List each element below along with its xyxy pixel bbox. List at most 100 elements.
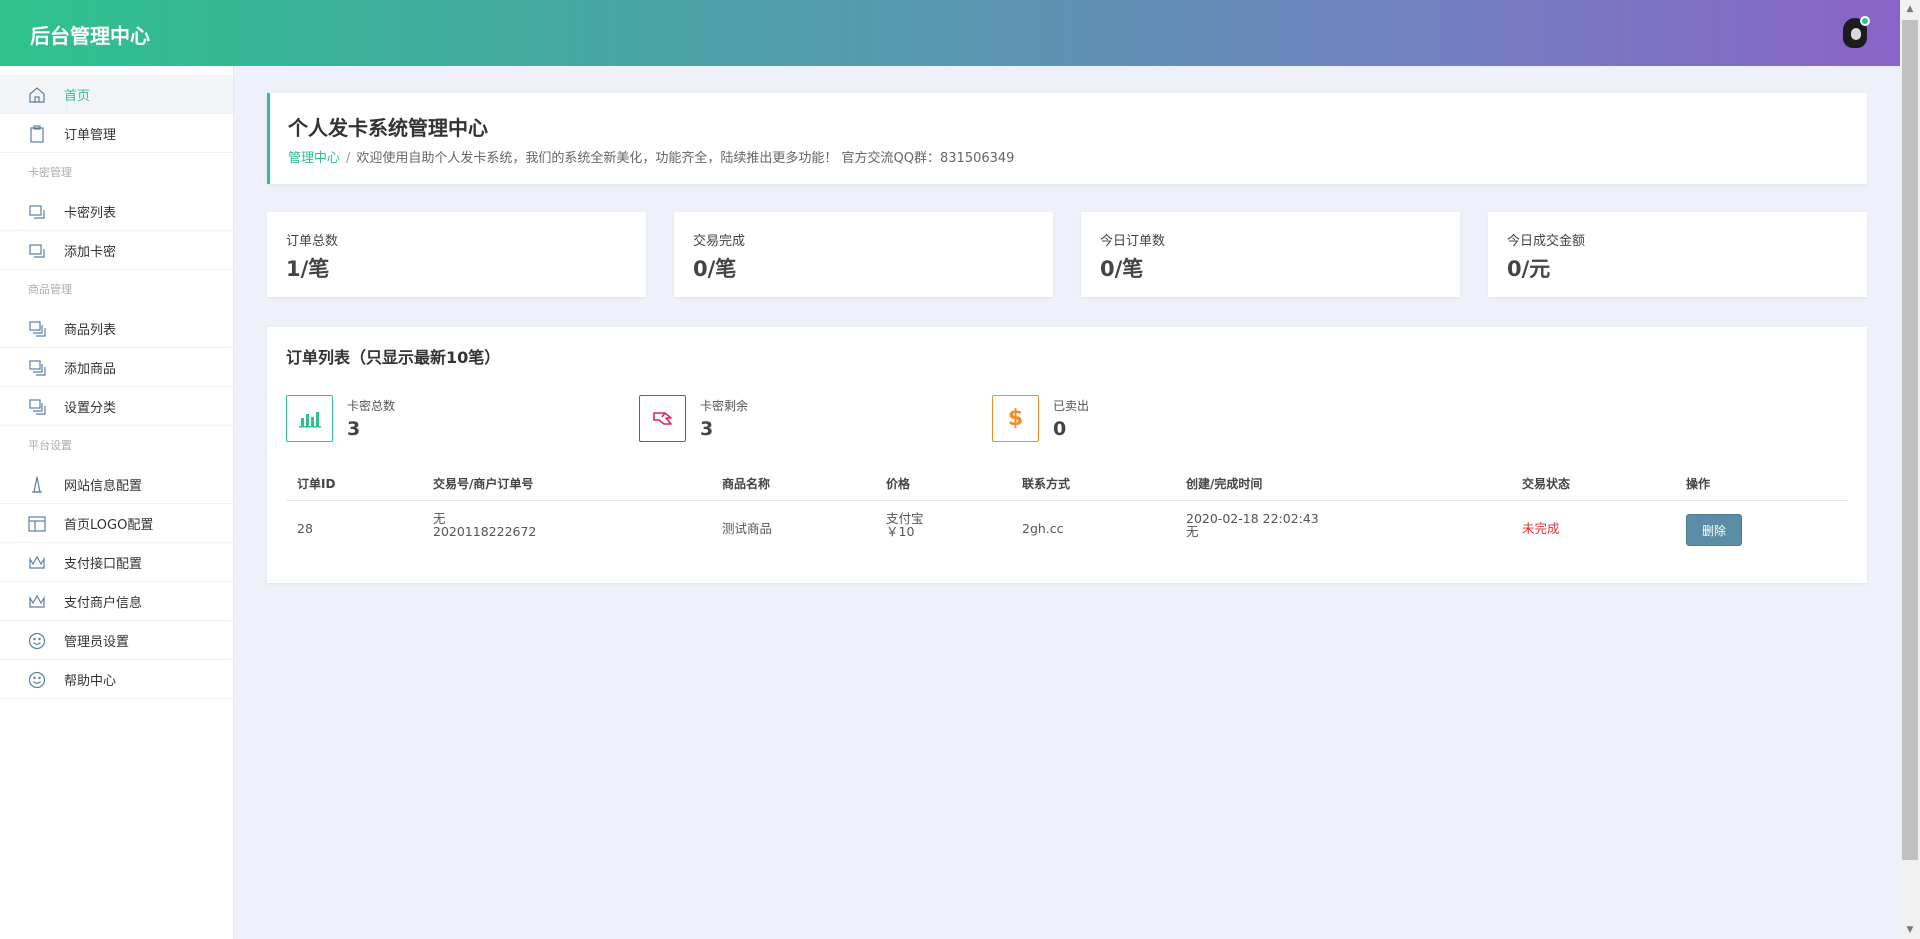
sidebar-group-title: 商品管理 [28, 283, 72, 296]
time-cell: 2020-02-18 22:02:43 无 [1186, 512, 1319, 538]
dollar-icon: $ [1007, 406, 1024, 431]
merchant-no: 2020118222672 [433, 524, 537, 539]
bar-chart-icon [298, 411, 321, 427]
stat-label: 交易完成 [693, 234, 746, 249]
page-header-card: 个人发卡系统管理中心 管理中心 / 欢迎使用自助个人发卡系统，我们的系统全新美化，功… [267, 93, 1867, 184]
sidebar-item-merchant-info[interactable]: 支付商户信息 [0, 582, 233, 621]
mini-stat-card-remaining: 卡密剩余 3 [639, 395, 889, 443]
breadcrumb-home-link[interactable]: 管理中心 [288, 151, 340, 166]
sidebar-item-card-list[interactable]: 卡密列表 [0, 192, 233, 231]
mini-stat-value: 0 [1053, 418, 1067, 440]
created-time: 2020-02-18 22:02:43 [1186, 511, 1319, 526]
delete-button[interactable]: 删除 [1686, 514, 1742, 546]
sidebar-group-title: 卡密管理 [28, 166, 72, 179]
brand-title: 后台管理中心 [30, 24, 150, 48]
stat-card-today-amount: 今日成交金额 0/元 [1488, 212, 1867, 297]
mini-stat-icon-box [639, 395, 686, 442]
sidebar-item-label: 添加商品 [64, 361, 117, 377]
orders-card: 订单列表（只显示最新10笔） 卡密总数 3 卡密剩余 3 $ 已卖出 0 订单I… [267, 327, 1867, 583]
column-header: 商品名称 [722, 477, 771, 491]
smile-icon [28, 671, 46, 689]
mini-stat-value: 3 [347, 418, 361, 440]
mini-stat-card-total: 卡密总数 3 [286, 395, 536, 443]
stat-label: 订单总数 [286, 234, 339, 249]
avatar-face [1851, 28, 1861, 40]
table-row: 28 无 2020118222672 测试商品 支付宝 ￥10 2gh.cc 202… [286, 501, 1848, 557]
sidebar-item-home[interactable]: 首页 [0, 75, 233, 114]
sidebar-item-label: 卡密列表 [64, 205, 117, 221]
sidebar: 首页 订单管理 卡密管理 卡密列表 添加卡密 商品管理 商品列表 添加商品 设置… [0, 66, 234, 939]
smile-icon [28, 632, 46, 650]
stat-value: 0/笔 [1100, 257, 1144, 281]
crown-icon [29, 594, 45, 608]
tower-icon [32, 476, 42, 493]
finished-time: 无 [1186, 524, 1199, 539]
sidebar-item-logo-config[interactable]: 首页LOGO配置 [0, 504, 233, 543]
stat-card-completed: 交易完成 0/笔 [674, 212, 1053, 297]
column-header: 交易状态 [1522, 477, 1571, 491]
page-title: 个人发卡系统管理中心 [288, 116, 488, 140]
copy-icon [29, 244, 45, 258]
status-badge: 未完成 [1522, 521, 1560, 536]
sidebar-item-categories[interactable]: 设置分类 [0, 387, 233, 426]
mini-stat-card-sold: $ 已卖出 0 [992, 395, 1242, 443]
layers-icon [29, 360, 46, 376]
orders-table: 订单ID 交易号/商户订单号 商品名称 价格 联系方式 创建/完成时间 交易状态… [286, 467, 1848, 557]
sidebar-item-site-config[interactable]: 网站信息配置 [0, 465, 233, 504]
sidebar-item-label: 首页 [64, 88, 91, 104]
clipboard-icon [30, 125, 44, 143]
order-id: 28 [297, 521, 313, 536]
sidebar-item-add-product[interactable]: 添加商品 [0, 348, 233, 387]
column-header: 操作 [1686, 477, 1711, 491]
sidebar-item-label: 首页LOGO配置 [64, 517, 154, 533]
sidebar-item-payment-config[interactable]: 支付接口配置 [0, 543, 233, 582]
hand-icon [652, 411, 672, 425]
column-header: 价格 [886, 477, 911, 491]
online-status-dot [1860, 16, 1870, 26]
scroll-down-arrow-icon[interactable]: ▼ [1900, 921, 1920, 939]
layers-icon [29, 321, 46, 337]
sidebar-item-orders[interactable]: 订单管理 [0, 114, 233, 153]
product-name: 测试商品 [722, 521, 773, 536]
column-header: 交易号/商户订单号 [433, 477, 534, 491]
stat-label: 今日成交金额 [1507, 234, 1586, 249]
trade-number: 无 2020118222672 [433, 512, 536, 538]
layout-icon [28, 516, 46, 532]
sidebar-item-help[interactable]: 帮助中心 [0, 660, 233, 699]
sidebar-item-label: 网站信息配置 [64, 478, 143, 494]
stat-value: 0/元 [1507, 257, 1551, 281]
column-header: 创建/完成时间 [1186, 477, 1263, 491]
column-header: 订单ID [297, 477, 336, 491]
sidebar-item-label: 商品列表 [64, 322, 117, 338]
sidebar-item-label: 订单管理 [64, 127, 117, 143]
mini-stat-value: 3 [700, 418, 714, 440]
orders-title: 订单列表（只显示最新10笔） [286, 348, 501, 367]
stat-value: 0/笔 [693, 257, 737, 281]
sidebar-item-product-list[interactable]: 商品列表 [0, 309, 233, 348]
table-header-row: 订单ID 交易号/商户订单号 商品名称 价格 联系方式 创建/完成时间 交易状态… [286, 467, 1848, 501]
mini-stat-label: 已卖出 [1053, 399, 1090, 413]
mini-stat-label: 卡密总数 [347, 399, 396, 413]
sidebar-item-label: 支付商户信息 [64, 595, 143, 611]
welcome-message: 欢迎使用自助个人发卡系统，我们的系统全新美化，功能齐全，陆续推出更多功能！ 官方… [356, 151, 1015, 166]
user-avatar[interactable] [1841, 16, 1870, 50]
sidebar-item-add-card[interactable]: 添加卡密 [0, 231, 233, 270]
stat-card-total-orders: 订单总数 1/笔 [267, 212, 646, 297]
stat-label: 今日订单数 [1100, 234, 1166, 249]
price-cell: 支付宝 ￥10 [886, 512, 924, 538]
contact: 2gh.cc [1022, 521, 1064, 536]
stat-value: 1/笔 [286, 257, 330, 281]
vertical-scrollbar[interactable]: ▲ ▼ [1900, 0, 1920, 939]
crown-icon [29, 555, 45, 569]
scrollbar-thumb[interactable] [1902, 20, 1918, 860]
sidebar-item-admin-settings[interactable]: 管理员设置 [0, 621, 233, 660]
copy-icon [29, 205, 45, 219]
top-header: 后台管理中心 [0, 0, 1900, 66]
sidebar-item-label: 添加卡密 [64, 244, 117, 260]
home-icon [29, 87, 45, 103]
sidebar-item-label: 管理员设置 [64, 634, 130, 650]
sidebar-item-label: 帮助中心 [64, 673, 117, 689]
scroll-up-arrow-icon[interactable]: ▲ [1900, 0, 1920, 18]
mini-stat-icon-box [286, 395, 333, 442]
layers-icon [29, 399, 46, 415]
